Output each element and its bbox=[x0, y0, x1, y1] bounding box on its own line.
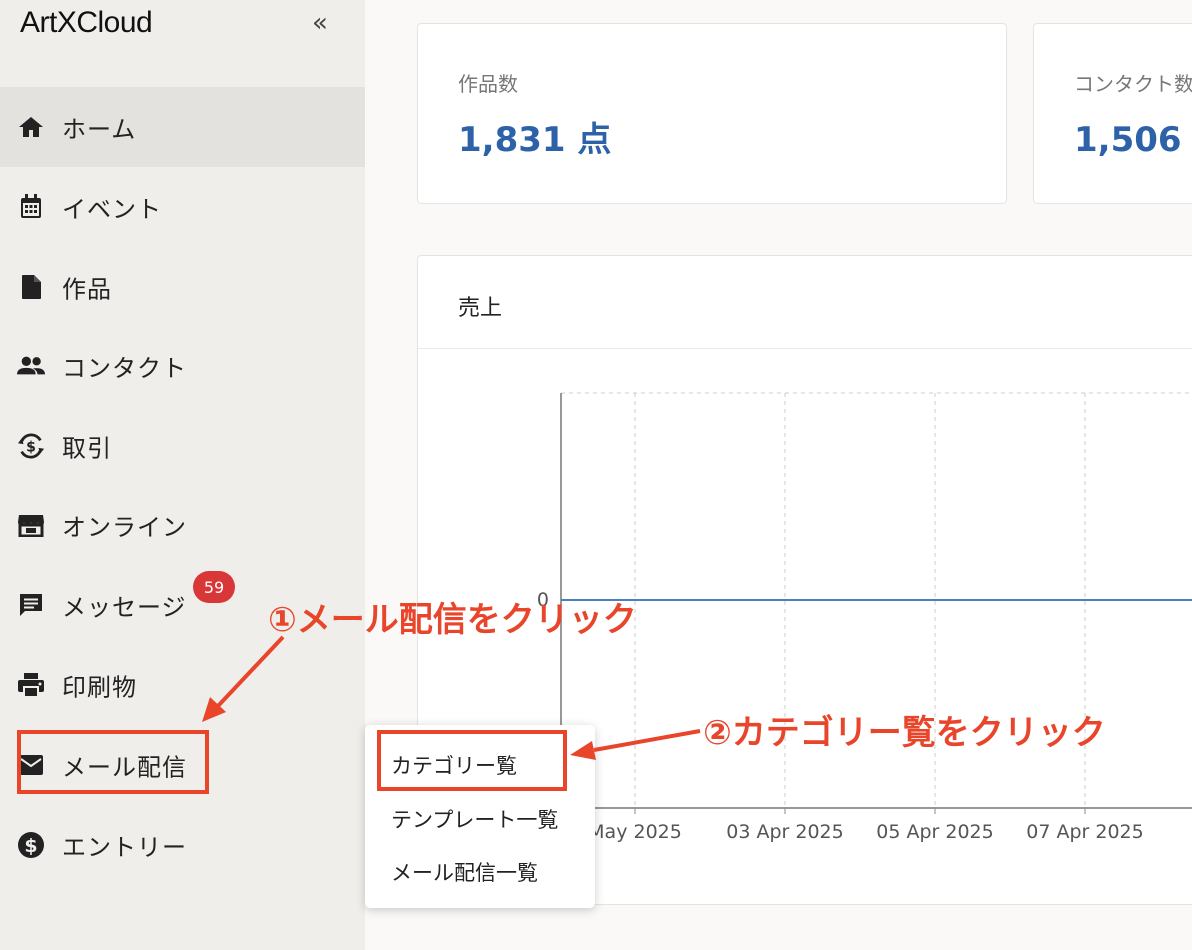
step2-arrowhead bbox=[570, 741, 596, 760]
annotation-arrows bbox=[202, 635, 701, 760]
step2-arrow bbox=[593, 729, 701, 752]
step1-arrow bbox=[216, 635, 285, 708]
